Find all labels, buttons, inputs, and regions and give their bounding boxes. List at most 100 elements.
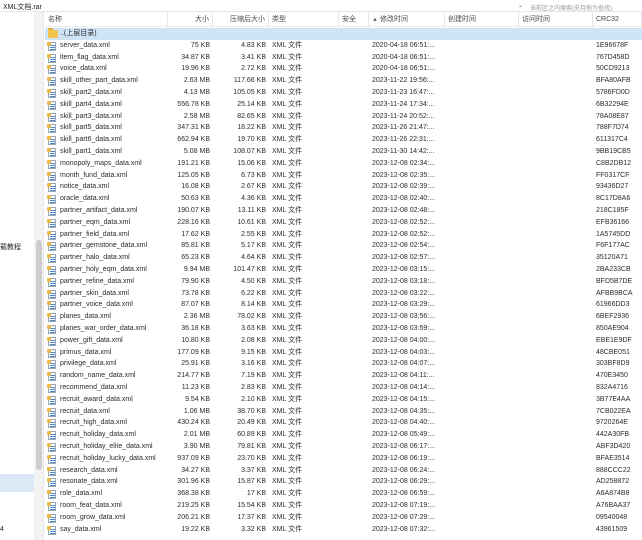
table-row[interactable]: partner_gemstone_data.xml 85.81 KB 5.17 KB…	[45, 240, 642, 252]
table-row[interactable]: recruit_data.xml 1.06 MB 38.70 KB XML 文件 202…	[45, 406, 642, 418]
table-row[interactable]: recruit_holiday_data.xml 2.01 MB 60.89 KB X…	[45, 429, 642, 441]
table-row[interactable]: month_fund_data.xml 125.05 KB 6.73 KB XML 文…	[45, 170, 642, 182]
chevron-down-icon[interactable]: ⌄	[518, 2, 523, 9]
cell-size: 2.63 MB	[183, 77, 210, 85]
table-row[interactable]: partner_skin_data.xml 73.78 KB 6.22 KB XML …	[45, 288, 642, 300]
cell-packed: 38.70 KB	[237, 407, 266, 415]
cell-name: random_name_data.xml	[60, 372, 136, 380]
folder-tree-item[interactable]: 4	[0, 526, 4, 533]
table-row[interactable]: planes_data.xml 2.36 MB 78.02 KB XML 文件 2023…	[45, 311, 642, 323]
table-row[interactable]: role_data.xml 368.38 KB 17 KB XML 文件 2023-12…	[45, 488, 642, 500]
table-row[interactable]: partner_refine_data.xml 79.90 KB 4.50 KB XM…	[45, 276, 642, 288]
column-header-label: 创建时间	[448, 16, 476, 23]
cell-type: XML 文件	[272, 407, 303, 415]
table-row[interactable]: skill_other_part_data.xml 2.63 MB 117.66 K…	[45, 75, 642, 87]
cell-size: 368.38 KB	[177, 490, 210, 498]
table-row[interactable]: recruit_holiday_elite_data.xml 3.90 MB 79.…	[45, 441, 642, 453]
cell-type: XML 文件	[272, 230, 303, 238]
cell-crc: 1E96678F	[596, 41, 629, 49]
xml-file-icon	[47, 431, 56, 441]
table-row[interactable]: skill_part4_data.xml 556.78 KB 25.14 KB XML…	[45, 99, 642, 111]
column-header-packed[interactable]: 压缩后大小	[213, 12, 269, 27]
table-row[interactable]: room_grow_data.xml 206.21 KB 17.37 KB XML 文…	[45, 512, 642, 524]
table-row[interactable]: oracle_data.xml 50.63 KB 4.36 KB XML 文件 2023…	[45, 193, 642, 205]
xml-file-icon	[47, 277, 56, 287]
table-row[interactable]: resonate_data.xml 301.96 KB 15.87 KB XML 文件…	[45, 476, 642, 488]
table-row[interactable]: recommend_data.xml 11.23 KB 2.83 KB XML 文件 2…	[45, 382, 642, 394]
cell-packed: 6.73 KB	[241, 171, 266, 179]
table-row[interactable]: voice_data.xml 19.96 KB 2.72 KB XML 文件 2020-…	[45, 63, 642, 75]
table-row[interactable]: primus_data.xml 177.09 KB 9.15 KB XML 文件 202…	[45, 347, 642, 359]
table-row[interactable]: say_data.xml 19.22 KB 3.32 KB XML 文件 2023-12…	[45, 524, 642, 536]
cell-crc: 888CCC22	[596, 466, 631, 474]
table-row[interactable]: recruit_award_data.xml 9.54 KB 2.10 KB XML …	[45, 394, 642, 406]
cell-type: XML 文件	[272, 336, 303, 344]
table-row[interactable]: skill_part6_data.xml 662.94 KB 19.70 KB XML…	[45, 134, 642, 146]
table-row[interactable]: power_gift_data.xml 10.80 KB 2.08 KB XML 文件…	[45, 335, 642, 347]
table-row[interactable]: recruit_high_data.xml 430.24 KB 20.49 KB XM…	[45, 417, 642, 429]
table-row[interactable]: skill_part3_data.xml 2.58 MB 82.65 KB XML 文…	[45, 111, 642, 123]
table-row[interactable]: partner_field_data.xml 17.62 KB 2.55 KB XML…	[45, 229, 642, 241]
table-row[interactable]: partner_halo_data.xml 65.23 KB 4.64 KB XML …	[45, 252, 642, 264]
cell-crc: 50CD9213	[596, 65, 630, 73]
cell-crc: BFAE3514	[596, 454, 630, 462]
table-row[interactable]: partner_eqm_data.xml 228.16 KB 10.61 KB XML…	[45, 217, 642, 229]
column-header-modified[interactable]: ▲ 修改时间	[369, 12, 445, 27]
cell-size: 125.05 KB	[177, 171, 210, 179]
cell-type: XML 文件	[272, 207, 303, 214]
table-row[interactable]: item_flag_data.xml 34.87 KB 3.41 KB XML 文件 2…	[45, 52, 642, 64]
cell-crc: C8B2DB12	[596, 159, 632, 167]
table-row[interactable]: skill_part1_data.xml 5.08 MB 108.07 KB XML …	[45, 146, 642, 158]
folder-tree-item[interactable]: 载教程	[0, 242, 21, 252]
cell-name: item_flag_data.xml	[60, 53, 119, 61]
cell-crc: F6F177AC	[596, 242, 630, 250]
table-row[interactable]: room_feat_data.xml 219.25 KB 15.54 KB XML 文…	[45, 500, 642, 512]
table-row[interactable]: random_name_data.xml 214.77 KB 7.19 KB XML …	[45, 370, 642, 382]
column-header-size[interactable]: 大小	[168, 12, 213, 27]
table-row[interactable]: partner_artifact_data.xml 190.07 KB 13.11 …	[45, 205, 642, 217]
column-header-security[interactable]: 安全	[339, 12, 369, 27]
xml-file-icon	[47, 336, 56, 346]
table-row[interactable]: recruit_holiday_lucky_data.xml 937.09 KB 2…	[45, 453, 642, 465]
cell-crc: EFB36166	[596, 218, 630, 226]
table-row[interactable]: skill_part5_data.xml 347.31 KB 18.22 KB XML…	[45, 122, 642, 134]
cell-modified: 2023-11-26 22:31:...	[372, 136, 435, 144]
cell-crc: ABF3D420	[596, 443, 631, 450]
cell-crc: 9720264E	[596, 419, 628, 427]
cell-name: partner_halo_data.xml	[60, 254, 130, 262]
cell-type: XML 文件	[272, 360, 303, 368]
column-header-created[interactable]: 创建时间	[445, 12, 519, 27]
column-header-crc[interactable]: CRC32	[593, 12, 642, 27]
table-row[interactable]: planes_war_order_data.xml 36.18 KB 3.63 KB…	[45, 323, 642, 335]
cell-size: 65.23 KB	[181, 254, 210, 262]
cell-name: research_data.xml	[60, 466, 118, 474]
table-row[interactable]: server_data.xml 75 KB 4.83 KB XML 文件 2020-04…	[45, 40, 642, 52]
cell-packed: 10.61 KB	[237, 218, 266, 226]
cell-name: resonate_data.xml	[60, 478, 118, 486]
table-row[interactable]: skill_part2_data.xml 4.13 MB 105.05 KB XML …	[45, 87, 642, 99]
cell-size: 11.23 KB	[181, 384, 210, 391]
table-row[interactable]: privilege_data.xml 25.91 KB 3.16 KB XML 文件 2…	[45, 358, 642, 370]
search-box[interactable]: ⌄ 当前区之内搜索(支持拖为查找)	[518, 1, 642, 12]
table-row[interactable]: research_data.xml 34.27 KB 3.37 KB XML 文件 20…	[45, 465, 642, 477]
cell-type: XML 文件	[272, 171, 303, 179]
column-header-name[interactable]: 名称	[45, 12, 168, 27]
cell-crc: 850AE904	[596, 325, 629, 332]
table-row[interactable]: partner_voice_data.xml 87.07 KB 8.14 KB XML…	[45, 299, 642, 311]
cell-size: 1.06 MB	[183, 407, 210, 415]
cell-type: XML 文件	[272, 195, 303, 203]
cell-modified: 2023-12-08 03:15:...	[372, 266, 436, 273]
parent-directory-row[interactable]: ..(上层目录)	[45, 28, 642, 40]
cell-crc: 61966DD3	[596, 301, 630, 309]
cell-packed: 4.83 KB	[241, 41, 266, 49]
cell-name: recommend_data.xml	[60, 384, 128, 391]
table-row[interactable]: monopoly_maps_data.xml 191.21 KB 15.06 KB X…	[45, 158, 642, 170]
table-row[interactable]: partner_holy_eqm_data.xml 9.94 MB 101.47 K…	[45, 264, 642, 276]
xml-file-icon	[47, 242, 56, 252]
column-header-type[interactable]: 类型	[269, 12, 339, 27]
folder-tree-scrollbar[interactable]	[34, 12, 43, 540]
column-header-accessed[interactable]: 访问时间	[519, 12, 593, 27]
cell-packed: 17 KB	[246, 490, 266, 498]
scrollbar-thumb[interactable]	[36, 240, 42, 470]
table-row[interactable]: notice_data.xml 16.08 KB 2.67 KB XML 文件 2023…	[45, 181, 642, 193]
